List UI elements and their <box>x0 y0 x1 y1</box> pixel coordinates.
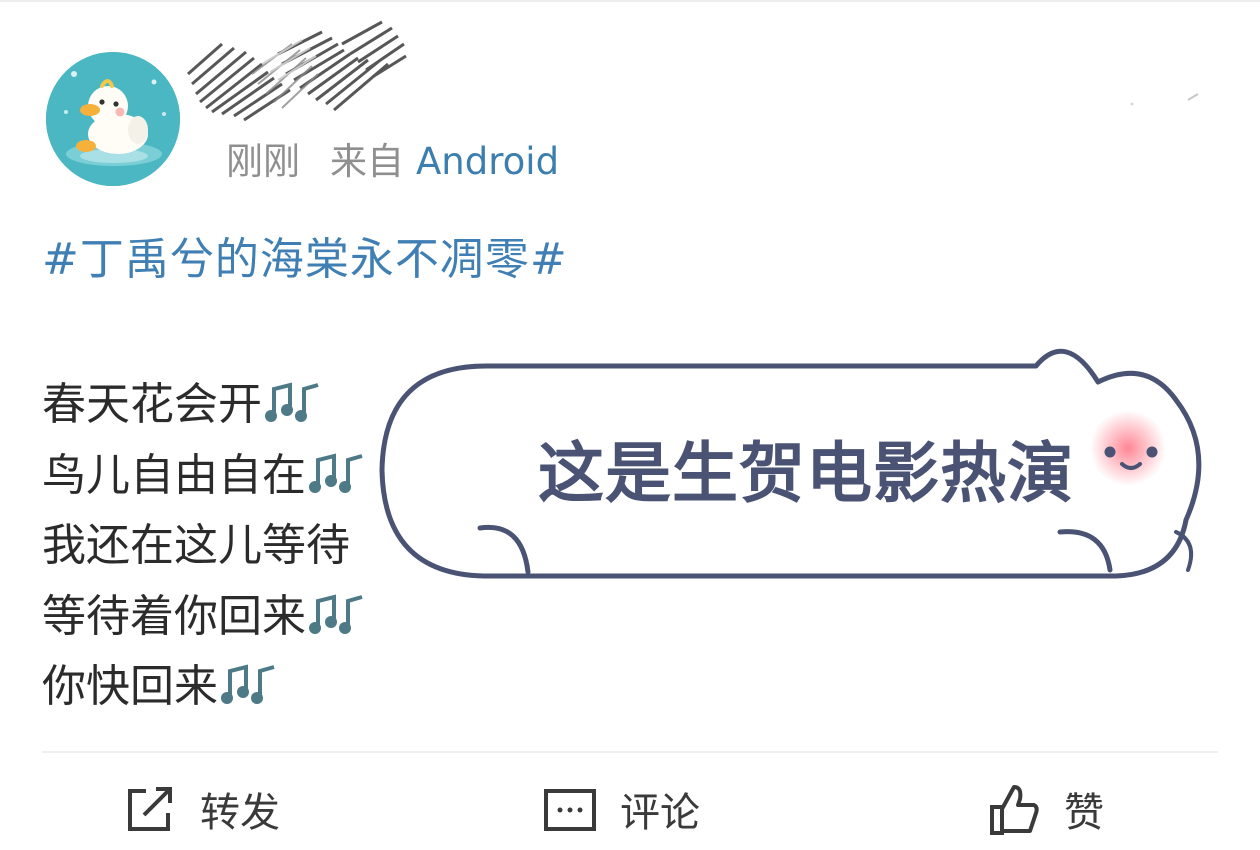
lyric-line: 你快回来 <box>42 652 368 723</box>
lyric-text: 你快回来 <box>42 661 218 712</box>
source-prefix: 来自 <box>330 140 404 183</box>
lyric-text: 等待着你回来 <box>42 590 306 642</box>
lyric-text: 我还在这儿等待 <box>42 520 350 571</box>
lyric-line: 春天花会开 <box>42 370 368 441</box>
music-notes-icon <box>308 450 368 496</box>
comment-icon <box>542 781 598 837</box>
hashtag-link[interactable]: #丁禹兮的海棠永不凋零# <box>42 232 568 288</box>
music-notes-icon <box>220 661 280 707</box>
source-link[interactable]: Android <box>416 140 559 183</box>
post-meta: 刚刚 来自 Android <box>226 138 559 186</box>
comment-button[interactable]: 评论 <box>542 780 700 838</box>
lyric-line: 鸟儿自由自在 <box>42 441 368 512</box>
music-notes-icon <box>264 379 324 425</box>
action-divider <box>42 751 1218 753</box>
like-label: 赞 <box>1064 790 1104 836</box>
post-body: 春天花会开 鸟儿自由自在 我还在这儿等待 等待着你回来 你快回来 <box>42 370 368 723</box>
like-button[interactable]: 赞 <box>986 780 1104 838</box>
cat-speech-bubble-sticker: 这是生贺电影热演 <box>376 342 1218 586</box>
comment-label: 评论 <box>620 790 700 836</box>
lyric-text: 春天花会开 <box>42 379 262 430</box>
action-bar: 转发 评论 赞 <box>0 780 1260 850</box>
music-notes-icon <box>308 591 368 637</box>
faint-marks <box>1130 93 1199 106</box>
repost-icon <box>122 781 178 837</box>
top-divider <box>0 0 1260 2</box>
repost-label: 转发 <box>200 790 280 836</box>
sticker-caption: 这是生贺电影热演 <box>538 435 1074 512</box>
post-time: 刚刚 <box>226 140 300 183</box>
avatar[interactable] <box>46 52 180 186</box>
lyric-line: 我还在这儿等待 <box>42 511 368 582</box>
lyric-text: 鸟儿自由自在 <box>42 449 306 501</box>
repost-button[interactable]: 转发 <box>122 780 280 838</box>
lyric-line: 等待着你回来 <box>42 582 368 653</box>
redacted-username-scribble <box>182 14 412 134</box>
thumbs-up-icon <box>986 781 1042 837</box>
duck-avatar-image <box>46 52 180 186</box>
